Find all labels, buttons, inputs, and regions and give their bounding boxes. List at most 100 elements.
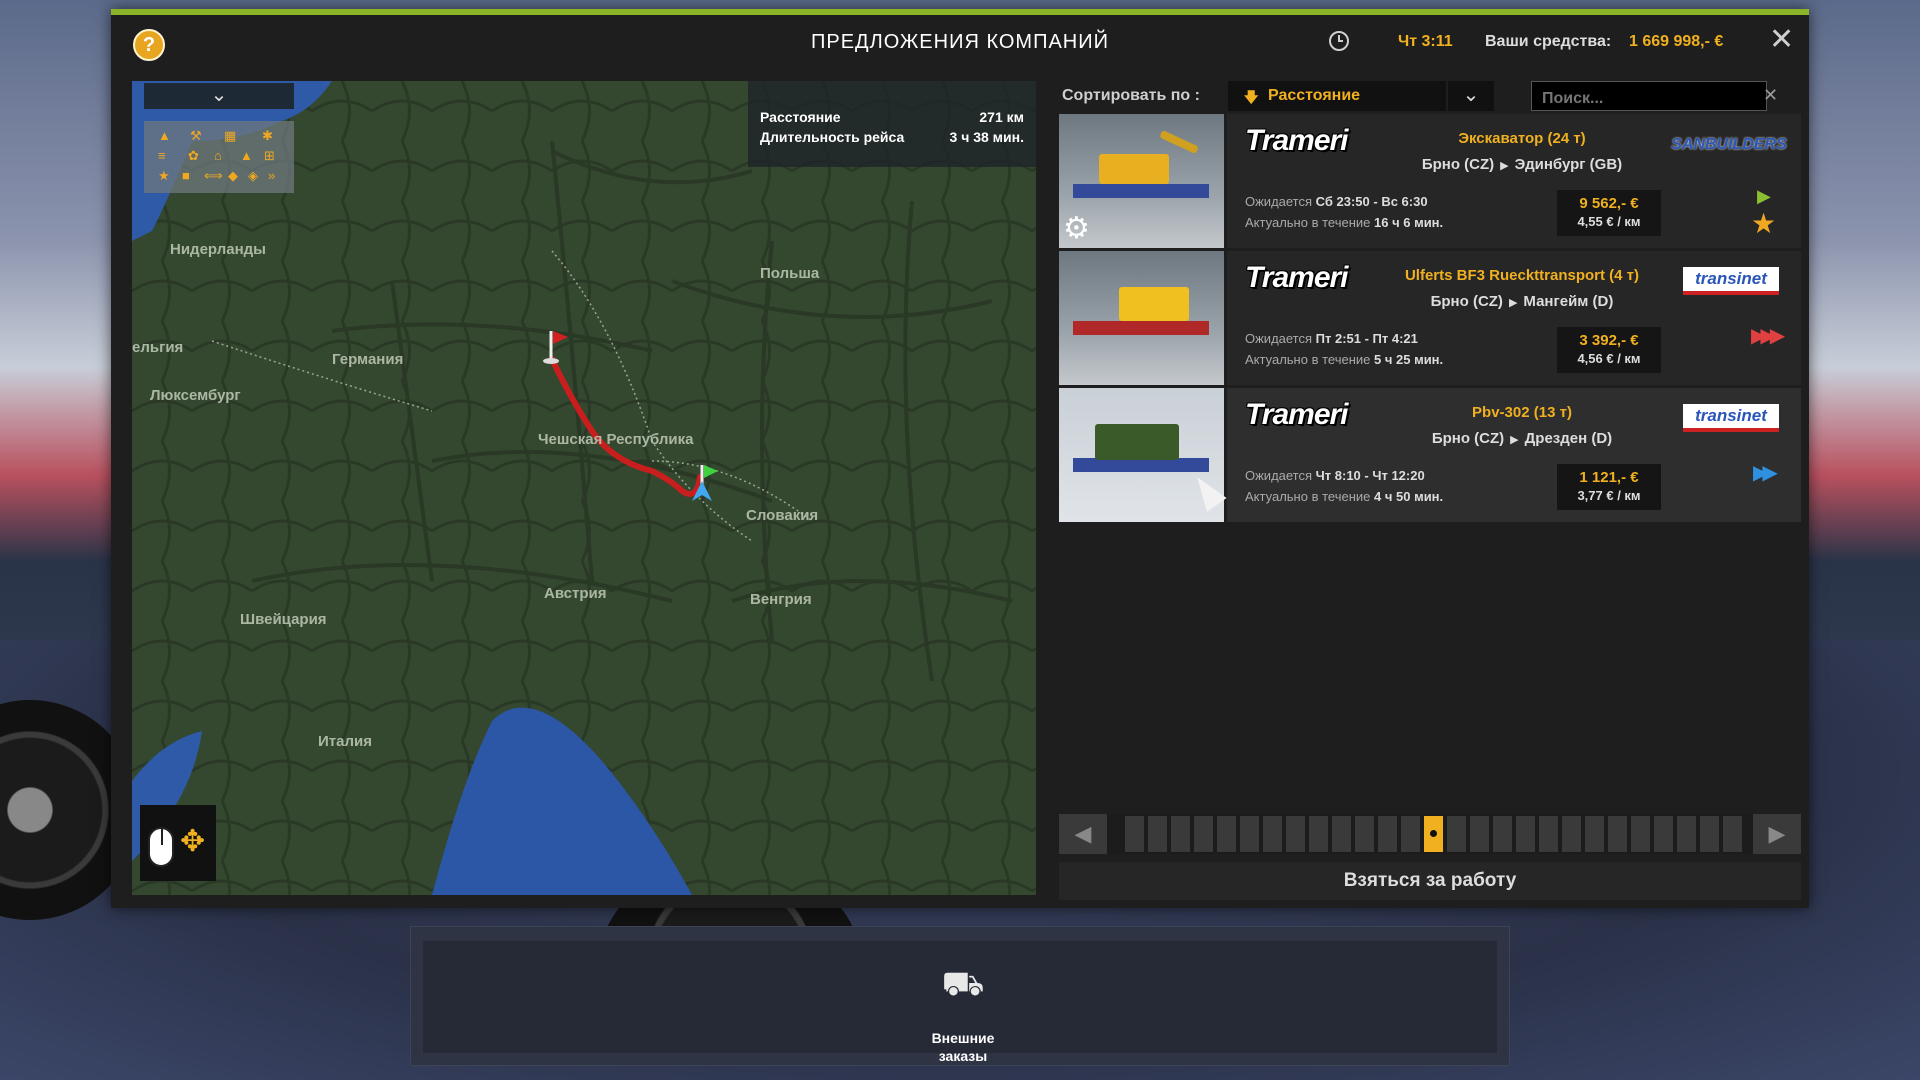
- valid-time: Актуально в течение 4 ч 50 мин.: [1245, 489, 1444, 504]
- trailer-shape: [1073, 184, 1209, 198]
- page-dot[interactable]: [1309, 816, 1328, 852]
- page-dot[interactable]: [1585, 816, 1604, 852]
- bottom-dock: ⛟ Внешние заказы: [410, 926, 1510, 1066]
- job-route: Брно (CZ) ▶ Дрезден (D): [1377, 430, 1667, 447]
- route-map[interactable]: ⌄ ▲ ⚒ ▦ ✱ ≡ ✿ ⌂ ▲ ⊞ ★ ■ ⟺ ◆ ◈ » Расстоян…: [132, 81, 1036, 895]
- job-offer-card-selected[interactable]: Trameri Pbv-302 (13 т) Брно (CZ) ▶ Дрезден…: [1059, 388, 1801, 522]
- map-label-czech: Чешская Республика: [538, 431, 694, 448]
- arrow-down-icon: 🡇: [1244, 89, 1259, 105]
- pay-box: 9 562,- € 4,55 € / км: [1557, 190, 1661, 236]
- toll-icon[interactable]: ⌂: [214, 149, 222, 162]
- page-dot[interactable]: [1240, 816, 1259, 852]
- page-dot[interactable]: [1447, 816, 1466, 852]
- sort-select[interactable]: 🡇 Расстояние: [1228, 81, 1446, 111]
- page-dot[interactable]: [1700, 816, 1719, 852]
- search-input[interactable]: [1531, 81, 1767, 111]
- job-offers-window: ? ПРЕДЛОЖЕНИЯ КОМПАНИЙ Чт 3:11 Ваши сред…: [111, 9, 1809, 908]
- page-dot[interactable]: [1194, 816, 1213, 852]
- signpost-icon[interactable]: ◈: [248, 169, 258, 182]
- valid-time: Актуально в течение 5 ч 25 мин.: [1245, 352, 1444, 367]
- page-dot-active[interactable]: [1424, 816, 1443, 852]
- pay-total: 9 562,- €: [1579, 195, 1639, 212]
- star-filter-icon[interactable]: ★: [158, 169, 170, 182]
- page-dot[interactable]: [1493, 816, 1512, 852]
- map-label-netherlands: Нидерланды: [170, 241, 266, 258]
- job-offer-card[interactable]: Trameri Ulferts BF3 Rueckttransport (4 т…: [1059, 251, 1801, 385]
- page-dot[interactable]: [1562, 816, 1581, 852]
- recruit-icon[interactable]: ✿: [188, 149, 199, 162]
- duration-value: 3 ч 38 мин.: [949, 129, 1024, 145]
- pay-per-km: 4,56 € / км: [1577, 351, 1641, 366]
- pay-total: 3 392,- €: [1579, 332, 1639, 349]
- page-dot[interactable]: [1677, 816, 1696, 852]
- external-orders-icon[interactable]: ⛟: [937, 961, 989, 1007]
- close-button[interactable]: ✕: [1769, 25, 1794, 55]
- page-dot[interactable]: [1723, 816, 1742, 852]
- cargo-image: ⚙: [1059, 114, 1224, 248]
- page-dot[interactable]: [1539, 816, 1558, 852]
- map-collapse-toggle[interactable]: ⌄: [144, 83, 294, 109]
- page-dot[interactable]: [1217, 816, 1236, 852]
- cargo-title: Pbv-302 (13 т): [1472, 404, 1572, 421]
- company-logo: Trameri: [1245, 124, 1349, 157]
- page-dot[interactable]: [1125, 816, 1144, 852]
- expected-time: Ожидается Чт 8:10 - Чт 12:20: [1245, 468, 1425, 483]
- clear-search-icon[interactable]: ✕: [1763, 85, 1778, 106]
- external-orders-label[interactable]: Внешние заказы: [883, 1029, 1043, 1065]
- road-icon[interactable]: ⟺: [204, 169, 223, 182]
- map-canvas: [132, 81, 1036, 895]
- job-offer-card[interactable]: ⚙ Trameri Экскаватор (24 т) Брно (CZ) ▶ Эд…: [1059, 114, 1801, 248]
- play-arrow-icon: ▶: [1757, 186, 1771, 206]
- map-filter-panel[interactable]: ▲ ⚒ ▦ ✱ ≡ ✿ ⌂ ▲ ⊞ ★ ■ ⟺ ◆ ◈ »: [144, 121, 294, 193]
- pay-per-km: 3,77 € / км: [1577, 488, 1641, 503]
- page-dot[interactable]: [1263, 816, 1282, 852]
- job-route: Брно (CZ) ▶ Мангейм (D): [1377, 293, 1667, 310]
- page-dot[interactable]: [1470, 816, 1489, 852]
- adr-icon[interactable]: ▲: [240, 149, 253, 162]
- page-dot[interactable]: [1171, 816, 1190, 852]
- pay-per-km: 4,55 € / км: [1577, 214, 1641, 229]
- origin-city: Брно (CZ): [1430, 293, 1503, 310]
- distance-value: 271 км: [979, 109, 1024, 125]
- arrows-icon[interactable]: »: [268, 169, 275, 182]
- page-dot[interactable]: [1608, 816, 1627, 852]
- double-chevron-icon: ▶▶: [1753, 462, 1778, 484]
- expected-time: Ожидается Пт 2:51 - Пт 4:21: [1245, 331, 1418, 346]
- ferry-icon[interactable]: ⊞: [264, 149, 275, 162]
- lock-icon[interactable]: ■: [182, 169, 190, 182]
- garage-icon[interactable]: ✱: [262, 129, 273, 142]
- triple-chevron-icon: ▶▶▶: [1751, 325, 1785, 347]
- star-icon: ★: [1751, 208, 1777, 239]
- diamond-icon[interactable]: ◆: [228, 169, 238, 182]
- page-dot[interactable]: [1332, 816, 1351, 852]
- duration-label: Длительность рейса: [760, 129, 905, 145]
- page-dot[interactable]: [1286, 816, 1305, 852]
- page-dot[interactable]: [1378, 816, 1397, 852]
- job-details: Trameri Экскаватор (24 т) Брно (CZ) ▶ Эдин…: [1227, 114, 1801, 248]
- job-details: Trameri Ulferts BF3 Rueckttransport (4 т…: [1227, 251, 1801, 385]
- cargo-title: Экскаватор (24 т): [1458, 130, 1586, 147]
- company-logo: Trameri: [1245, 261, 1349, 294]
- job-pager: ◀ ▶: [1059, 814, 1801, 854]
- page-dot[interactable]: [1401, 816, 1420, 852]
- take-job-button[interactable]: Взяться за работу: [1059, 862, 1801, 900]
- fuel-icon[interactable]: ▲: [158, 129, 171, 142]
- page-dot[interactable]: [1516, 816, 1535, 852]
- map-label-germany: Германия: [332, 351, 404, 368]
- page-dot[interactable]: [1148, 816, 1167, 852]
- page-dot[interactable]: [1631, 816, 1650, 852]
- previous-page-button[interactable]: ◀: [1059, 814, 1107, 854]
- funds-label: Ваши средства:: [1485, 33, 1612, 50]
- cargo-title: Ulferts BF3 Rueckttransport (4 т): [1404, 267, 1640, 284]
- sort-dropdown-button[interactable]: ⌄: [1448, 81, 1494, 111]
- destination-city: Дрезден (D): [1524, 430, 1613, 447]
- valid-time: Актуально в течение 16 ч 6 мин.: [1245, 215, 1444, 230]
- map-label-slovakia: Словакия: [746, 507, 819, 524]
- parking-icon[interactable]: ⚒: [190, 129, 202, 142]
- page-dot[interactable]: [1654, 816, 1673, 852]
- service-icon[interactable]: ▦: [224, 129, 236, 142]
- page-dot[interactable]: [1355, 816, 1374, 852]
- next-page-button[interactable]: ▶: [1753, 814, 1801, 854]
- funds-value: 1 669 998,- €: [1629, 33, 1724, 50]
- weigh-icon[interactable]: ≡: [158, 149, 166, 162]
